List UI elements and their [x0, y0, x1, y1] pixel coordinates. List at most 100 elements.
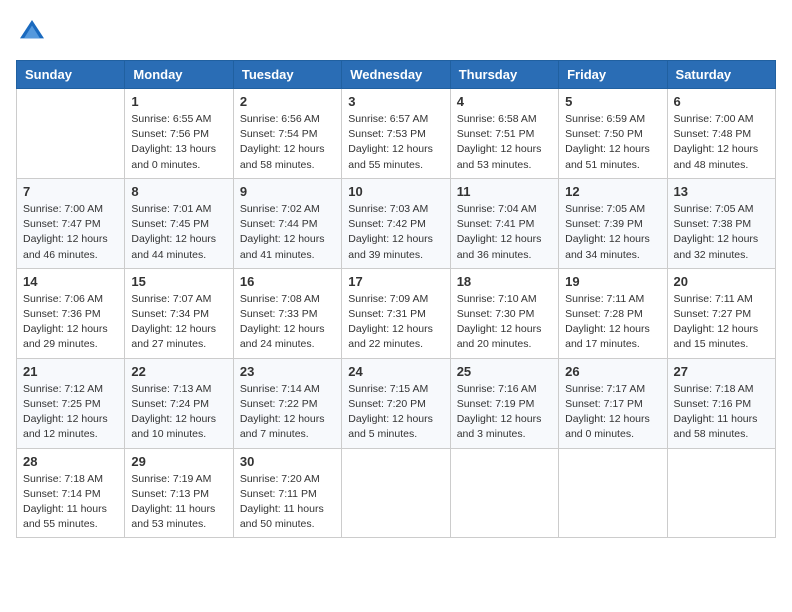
calendar-cell: 30 Sunrise: 7:20 AM Sunset: 7:11 PM Dayli…: [233, 448, 341, 538]
calendar-week-row: 14Sunrise: 7:06 AM Sunset: 7:36 PM Dayli…: [17, 268, 776, 358]
day-info: Sunrise: 7:09 AM Sunset: 7:31 PM Dayligh…: [348, 292, 443, 353]
day-number: 16: [240, 274, 335, 289]
day-number: 1: [131, 94, 226, 109]
day-number: 27: [674, 364, 769, 379]
day-info: Sunrise: 7:11 AM Sunset: 7:27 PM Dayligh…: [674, 292, 769, 353]
calendar-cell: 10Sunrise: 7:03 AM Sunset: 7:42 PM Dayli…: [342, 178, 450, 268]
day-info: Sunrise: 7:20 AM Sunset: 7:11 PM Dayligh…: [240, 472, 335, 533]
day-info: Sunrise: 7:18 AM Sunset: 7:16 PM Dayligh…: [674, 382, 769, 443]
calendar-cell: 12 Sunrise: 7:05 AM Sunset: 7:39 PM Dayli…: [559, 178, 667, 268]
day-info: Sunrise: 6:58 AM Sunset: 7:51 PM Dayligh…: [457, 112, 552, 173]
day-info: Sunrise: 7:00 AM Sunset: 7:48 PM Dayligh…: [674, 112, 769, 173]
day-number: 17: [348, 274, 443, 289]
calendar-cell: 11 Sunrise: 7:04 AM Sunset: 7:41 PM Dayli…: [450, 178, 558, 268]
day-number: 3: [348, 94, 443, 109]
day-info: Sunrise: 7:17 AM Sunset: 7:17 PM Dayligh…: [565, 382, 660, 443]
day-info: Sunrise: 7:01 AM Sunset: 7:45 PM Dayligh…: [131, 202, 226, 263]
calendar-table: SundayMondayTuesdayWednesdayThursdayFrid…: [16, 60, 776, 538]
calendar-cell: 25 Sunrise: 7:16 AM Sunset: 7:19 PM Dayli…: [450, 358, 558, 448]
day-number: 13: [674, 184, 769, 199]
day-info: Sunrise: 7:05 AM Sunset: 7:39 PM Dayligh…: [565, 202, 660, 263]
day-number: 19: [565, 274, 660, 289]
day-info: Sunrise: 7:14 AM Sunset: 7:22 PM Dayligh…: [240, 382, 335, 443]
day-number: 26: [565, 364, 660, 379]
day-number: 28: [23, 454, 118, 469]
day-number: 30: [240, 454, 335, 469]
calendar-cell: [559, 448, 667, 538]
day-info: Sunrise: 7:10 AM Sunset: 7:30 PM Dayligh…: [457, 292, 552, 353]
calendar-cell: 14Sunrise: 7:06 AM Sunset: 7:36 PM Dayli…: [17, 268, 125, 358]
day-info: Sunrise: 7:18 AM Sunset: 7:14 PM Dayligh…: [23, 472, 118, 533]
calendar-cell: 5 Sunrise: 6:59 AM Sunset: 7:50 PM Daylig…: [559, 89, 667, 179]
day-info: Sunrise: 6:57 AM Sunset: 7:53 PM Dayligh…: [348, 112, 443, 173]
day-info: Sunrise: 7:04 AM Sunset: 7:41 PM Dayligh…: [457, 202, 552, 263]
day-number: 22: [131, 364, 226, 379]
calendar-header-row: SundayMondayTuesdayWednesdayThursdayFrid…: [17, 61, 776, 89]
calendar-cell: 19 Sunrise: 7:11 AM Sunset: 7:28 PM Dayli…: [559, 268, 667, 358]
day-info: Sunrise: 7:12 AM Sunset: 7:25 PM Dayligh…: [23, 382, 118, 443]
calendar-cell: 22Sunrise: 7:13 AM Sunset: 7:24 PM Dayli…: [125, 358, 233, 448]
day-number: 29: [131, 454, 226, 469]
calendar-cell: 15 Sunrise: 7:07 AM Sunset: 7:34 PM Dayli…: [125, 268, 233, 358]
day-info: Sunrise: 7:19 AM Sunset: 7:13 PM Dayligh…: [131, 472, 226, 533]
day-number: 18: [457, 274, 552, 289]
calendar-cell: 4 Sunrise: 6:58 AM Sunset: 7:51 PM Daylig…: [450, 89, 558, 179]
page-header: [16, 16, 776, 48]
weekday-header: Sunday: [17, 61, 125, 89]
calendar-cell: 7Sunrise: 7:00 AM Sunset: 7:47 PM Daylig…: [17, 178, 125, 268]
day-info: Sunrise: 6:59 AM Sunset: 7:50 PM Dayligh…: [565, 112, 660, 173]
calendar-cell: 18 Sunrise: 7:10 AM Sunset: 7:30 PM Dayli…: [450, 268, 558, 358]
day-number: 12: [565, 184, 660, 199]
calendar-cell: 24 Sunrise: 7:15 AM Sunset: 7:20 PM Dayli…: [342, 358, 450, 448]
calendar-cell: 6 Sunrise: 7:00 AM Sunset: 7:48 PM Daylig…: [667, 89, 775, 179]
day-number: 14: [23, 274, 118, 289]
day-info: Sunrise: 7:11 AM Sunset: 7:28 PM Dayligh…: [565, 292, 660, 353]
day-number: 20: [674, 274, 769, 289]
calendar-cell: 16Sunrise: 7:08 AM Sunset: 7:33 PM Dayli…: [233, 268, 341, 358]
calendar-cell: 20 Sunrise: 7:11 AM Sunset: 7:27 PM Dayli…: [667, 268, 775, 358]
day-number: 10: [348, 184, 443, 199]
day-number: 23: [240, 364, 335, 379]
calendar-cell: 23 Sunrise: 7:14 AM Sunset: 7:22 PM Dayli…: [233, 358, 341, 448]
calendar-cell: 3 Sunrise: 6:57 AM Sunset: 7:53 PM Daylig…: [342, 89, 450, 179]
weekday-header: Saturday: [667, 61, 775, 89]
weekday-header: Thursday: [450, 61, 558, 89]
calendar-cell: 29 Sunrise: 7:19 AM Sunset: 7:13 PM Dayli…: [125, 448, 233, 538]
day-info: Sunrise: 7:07 AM Sunset: 7:34 PM Dayligh…: [131, 292, 226, 353]
weekday-header: Wednesday: [342, 61, 450, 89]
day-number: 21: [23, 364, 118, 379]
day-info: Sunrise: 7:05 AM Sunset: 7:38 PM Dayligh…: [674, 202, 769, 263]
day-info: Sunrise: 7:15 AM Sunset: 7:20 PM Dayligh…: [348, 382, 443, 443]
day-info: Sunrise: 7:16 AM Sunset: 7:19 PM Dayligh…: [457, 382, 552, 443]
calendar-cell: 1Sunrise: 6:55 AM Sunset: 7:56 PM Daylig…: [125, 89, 233, 179]
calendar-cell: [450, 448, 558, 538]
calendar-cell: 27 Sunrise: 7:18 AM Sunset: 7:16 PM Dayli…: [667, 358, 775, 448]
day-number: 11: [457, 184, 552, 199]
calendar-cell: 2 Sunrise: 6:56 AM Sunset: 7:54 PM Daylig…: [233, 89, 341, 179]
calendar-week-row: 28 Sunrise: 7:18 AM Sunset: 7:14 PM Dayli…: [17, 448, 776, 538]
day-number: 8: [131, 184, 226, 199]
calendar-cell: 21 Sunrise: 7:12 AM Sunset: 7:25 PM Dayli…: [17, 358, 125, 448]
day-number: 6: [674, 94, 769, 109]
day-number: 25: [457, 364, 552, 379]
calendar-cell: 28 Sunrise: 7:18 AM Sunset: 7:14 PM Dayli…: [17, 448, 125, 538]
day-number: 4: [457, 94, 552, 109]
day-info: Sunrise: 6:56 AM Sunset: 7:54 PM Dayligh…: [240, 112, 335, 173]
calendar-week-row: 7Sunrise: 7:00 AM Sunset: 7:47 PM Daylig…: [17, 178, 776, 268]
weekday-header: Tuesday: [233, 61, 341, 89]
weekday-header: Monday: [125, 61, 233, 89]
calendar-cell: 8 Sunrise: 7:01 AM Sunset: 7:45 PM Daylig…: [125, 178, 233, 268]
day-number: 2: [240, 94, 335, 109]
calendar-week-row: 1Sunrise: 6:55 AM Sunset: 7:56 PM Daylig…: [17, 89, 776, 179]
day-info: Sunrise: 7:02 AM Sunset: 7:44 PM Dayligh…: [240, 202, 335, 263]
day-number: 15: [131, 274, 226, 289]
calendar-cell: 9 Sunrise: 7:02 AM Sunset: 7:44 PM Daylig…: [233, 178, 341, 268]
day-number: 5: [565, 94, 660, 109]
calendar-cell: [667, 448, 775, 538]
calendar-cell: 26 Sunrise: 7:17 AM Sunset: 7:17 PM Dayli…: [559, 358, 667, 448]
logo-icon: [16, 16, 48, 48]
day-number: 24: [348, 364, 443, 379]
weekday-header: Friday: [559, 61, 667, 89]
calendar-cell: 13 Sunrise: 7:05 AM Sunset: 7:38 PM Dayli…: [667, 178, 775, 268]
day-number: 9: [240, 184, 335, 199]
